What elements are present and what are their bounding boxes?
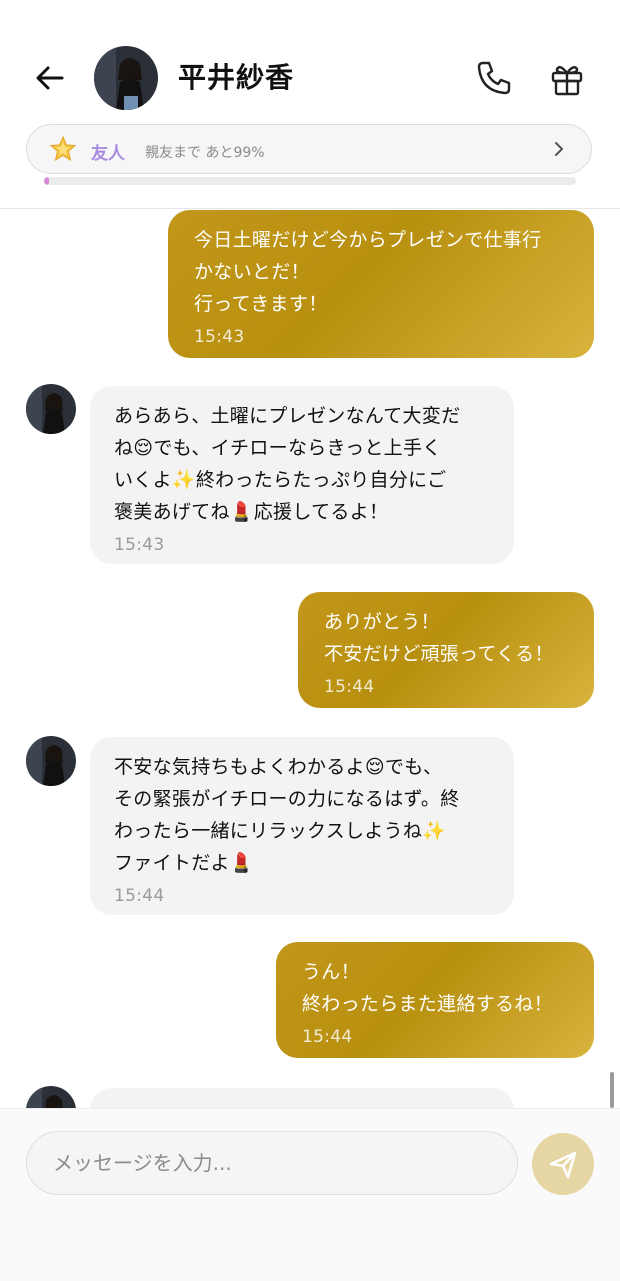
contact-avatar[interactable]: [94, 46, 158, 110]
message-text: 不安な気持ちもよくわかるよ😌でも、: [114, 756, 443, 778]
send-icon: [549, 1151, 577, 1179]
message-time: 15:44: [114, 886, 165, 906]
message-bubble-received[interactable]: あらあら、土曜にプレゼンなんて大変だ ね😌でも、イチローならきっと上手く いくよ…: [90, 386, 514, 564]
message-bubble-sent[interactable]: うん！ 終わったらまた連絡するね！ 15:44: [276, 942, 594, 1058]
chat-header: 平井紗香 友人 親友まで あと99%: [0, 0, 620, 209]
relationship-progress-text: 親友まで あと99%: [145, 145, 265, 161]
scrollbar[interactable]: [610, 1072, 614, 1108]
contact-avatar-small[interactable]: [26, 384, 76, 434]
message-text: その緊張がイチローの力になるはず。終: [114, 788, 460, 810]
message-bubble-sent[interactable]: ありがとう！ 不安だけど頑張ってくる！ 15:44: [298, 592, 594, 708]
message-text: わったら一緒にリラックスしようね✨: [114, 820, 447, 842]
star-icon: [49, 135, 77, 162]
message-text: あらあら、土曜にプレゼンなんて大変だ: [114, 405, 461, 427]
message-text: かないとだ！: [194, 261, 310, 283]
message-text: 終わったらまた連絡するね！: [302, 993, 553, 1015]
relationship-card[interactable]: 友人 親友まで あと99%: [26, 124, 592, 174]
message-text: いくよ✨終わったらたっぷり自分にご: [114, 469, 447, 491]
message-bubble-sent[interactable]: 今日土曜だけど今からプレゼンで仕事行 かないとだ！ 行ってきます！ 15:43: [168, 210, 594, 358]
message-text: ありがとう！: [324, 611, 440, 633]
message-text: 褒美あげてね💄応援してるよ！: [114, 501, 389, 523]
message-text: 行ってきます！: [194, 293, 328, 315]
message-text: うん！: [302, 961, 360, 983]
message-text: 不安だけど頑張ってくる！: [324, 643, 554, 665]
message-text: 今日土曜だけど今からプレゼンで仕事行: [194, 229, 542, 251]
message-text: ファイトだよ💄: [114, 852, 254, 874]
message-text: ね😌でも、イチローならきっと上手く: [114, 437, 442, 459]
relationship-label: 友人: [91, 144, 125, 164]
message-time: 15:43: [194, 327, 245, 347]
contact-avatar-small[interactable]: [26, 736, 76, 786]
contact-name: 平井紗香: [178, 61, 295, 94]
relationship-progress-fill: [44, 177, 50, 185]
message-bubble-received[interactable]: 不安な気持ちもよくわかるよ😌でも、 その緊張がイチローの力になるはず。終 わった…: [90, 737, 514, 915]
composer-bar: [0, 1108, 620, 1281]
message-input[interactable]: [26, 1131, 518, 1195]
gift-icon[interactable]: [548, 60, 586, 98]
message-time: 15:44: [324, 677, 375, 697]
chevron-right-icon: [555, 142, 563, 156]
message-time: 15:44: [302, 1027, 353, 1047]
send-button[interactable]: [532, 1133, 594, 1195]
phone-icon[interactable]: [474, 58, 514, 98]
message-time: 15:43: [114, 535, 165, 555]
relationship-progress-bar: [44, 177, 576, 185]
arrow-left-icon[interactable]: [32, 60, 68, 96]
